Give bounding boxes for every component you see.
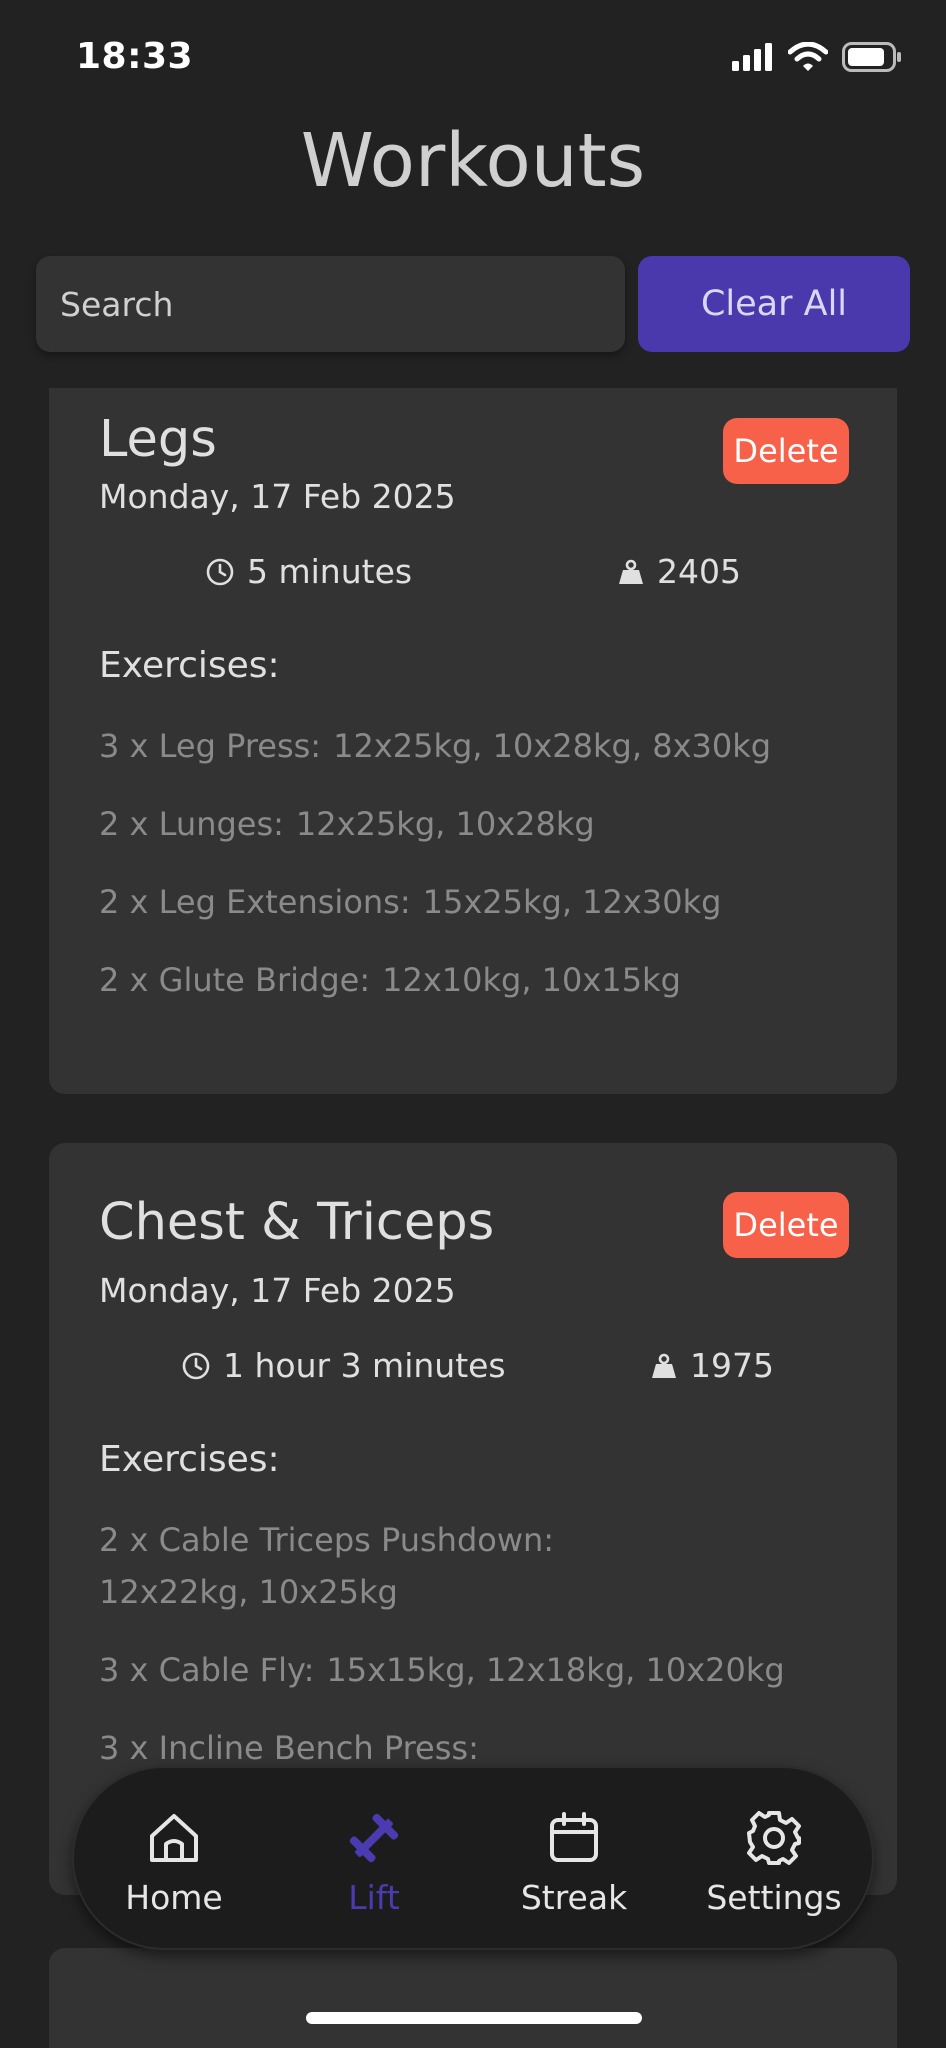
weight-icon [619, 559, 643, 584]
delete-button[interactable]: Delete [723, 418, 849, 484]
tab-streak[interactable]: Streak [474, 1768, 674, 1952]
workout-date: Monday, 17 Feb 2025 [99, 1271, 456, 1310]
exercise-name: 2 x Leg Extensions: [99, 883, 411, 921]
exercise-sets: 12x22kg, 10x25kg [99, 1573, 398, 1611]
workout-title: Chest & Triceps [99, 1193, 495, 1252]
tab-home[interactable]: Home [74, 1768, 274, 1952]
status-bar: 18:33 [0, 0, 946, 120]
tab-bar: Home Lift Streak Settings [72, 1766, 874, 1950]
gear-icon [747, 1811, 801, 1865]
delete-button[interactable]: Delete [723, 1192, 849, 1258]
exercise-sets: 12x25kg, 10x28kg [295, 805, 595, 843]
status-time: 18:33 [76, 36, 194, 77]
exercises-heading: Exercises: [99, 1439, 280, 1480]
tab-settings[interactable]: Settings [674, 1768, 874, 1952]
exercise-item: 2 x Cable Triceps Pushdown: 12x22kg, 10x2… [99, 1514, 619, 1618]
calendar-icon [550, 1812, 598, 1862]
exercise-sets: 15x15kg, 12x18kg, 10x20kg [326, 1651, 785, 1689]
exercise-item: 2 x Glute Bridge: 12x10kg, 10x15kg [99, 954, 839, 1006]
exercise-item: 3 x Leg Press: 12x25kg, 10x28kg, 8x30kg [99, 720, 839, 772]
home-icon [150, 1814, 198, 1862]
tab-lift[interactable]: Lift [274, 1768, 474, 1952]
wifi-icon [788, 42, 828, 71]
exercise-item: 3 x Cable Fly: 15x15kg, 12x18kg, 10x20kg [99, 1644, 839, 1696]
exercises-heading: Exercises: [99, 645, 280, 686]
exercise-sets: 15x25kg, 12x30kg [422, 883, 722, 921]
volume: 2405 [617, 552, 741, 591]
weight-icon [652, 1353, 676, 1378]
cellular-signal-icon [732, 43, 772, 71]
workout-title: Legs [99, 410, 217, 469]
exercise-sets: 12x10kg, 10x15kg [382, 961, 681, 999]
duration: 5 minutes [205, 552, 412, 591]
clear-all-button[interactable]: Clear All [638, 256, 910, 352]
duration: 1 hour 3 minutes [181, 1346, 506, 1385]
exercise-name: 3 x Incline Bench Press: [99, 1729, 479, 1767]
volume: 1975 [650, 1346, 774, 1385]
tab-label: Home [125, 1878, 223, 1917]
tab-label: Settings [706, 1878, 842, 1917]
search-input[interactable] [36, 256, 625, 352]
exercise-sets: 12x25kg, 10x28kg, 8x30kg [333, 727, 772, 765]
status-icons [732, 42, 902, 72]
exercise-item: 2 x Lunges: 12x25kg, 10x28kg [99, 798, 839, 850]
volume-value: 2405 [657, 552, 741, 591]
page-title: Workouts [300, 118, 646, 204]
tab-label: Streak [520, 1878, 628, 1917]
volume-value: 1975 [690, 1346, 774, 1385]
clock-icon [206, 558, 234, 585]
exercise-name: 2 x Lunges: [99, 805, 284, 843]
workout-card [49, 1948, 897, 2048]
duration-value: 1 hour 3 minutes [223, 1346, 506, 1385]
workout-card: Legs Delete Monday, 17 Feb 2025 5 minute… [49, 388, 897, 1094]
exercise-name: 3 x Cable Fly: [99, 1651, 315, 1689]
exercise-name: 2 x Glute Bridge: [99, 961, 371, 999]
tab-label: Lift [348, 1878, 400, 1917]
exercise-name: 2 x Cable Triceps Pushdown: [99, 1521, 555, 1559]
workout-date: Monday, 17 Feb 2025 [99, 477, 456, 516]
battery-icon [842, 42, 901, 72]
home-indicator[interactable] [306, 2012, 642, 2024]
workouts-screen: 18:33 Workouts Clear All [0, 0, 946, 2048]
dumbbell-icon [349, 1813, 399, 1863]
exercise-name: 3 x Leg Press: [99, 727, 322, 765]
clock-icon [182, 1352, 210, 1379]
exercise-item: 2 x Leg Extensions: 15x25kg, 12x30kg [99, 876, 839, 928]
duration-value: 5 minutes [247, 552, 413, 591]
